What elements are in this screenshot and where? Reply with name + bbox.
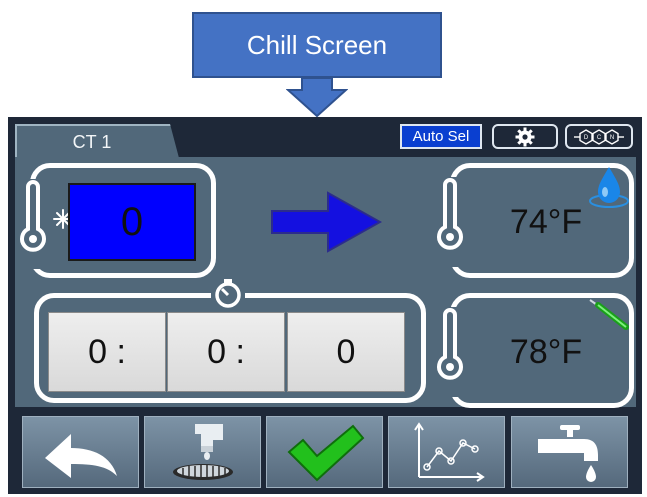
svg-text:N: N bbox=[610, 135, 614, 141]
callout-down-arrow-icon bbox=[286, 78, 348, 118]
auto-sel-button[interactable]: Auto Sel bbox=[400, 124, 482, 149]
chill-screen-callout: Chill Screen bbox=[192, 12, 442, 78]
line-graph-icon bbox=[413, 422, 485, 482]
graph-button[interactable] bbox=[388, 416, 505, 488]
confirm-button[interactable] bbox=[266, 416, 383, 488]
back-button[interactable] bbox=[22, 416, 139, 488]
faucet-icon bbox=[537, 425, 598, 482]
gear-icon bbox=[515, 127, 535, 146]
timer-hours-field[interactable]: 0 : bbox=[48, 312, 166, 392]
thermometer-icon bbox=[437, 177, 463, 267]
setpoint-value: 0 bbox=[120, 199, 144, 244]
chill-screen: CT 1 Auto Sel D C N 0 0: 0: 0 74°F 78°… bbox=[8, 117, 642, 494]
tab-ct1[interactable]: CT 1 bbox=[15, 124, 179, 158]
timer-minutes-value: 0 : bbox=[207, 332, 245, 371]
checkmark-icon bbox=[287, 424, 364, 482]
tab-label: CT 1 bbox=[72, 131, 112, 152]
timer-hours-value: 0 : bbox=[88, 332, 126, 371]
drain-button[interactable] bbox=[144, 416, 261, 488]
temp2-value: 78°F bbox=[509, 333, 583, 371]
fill-button[interactable] bbox=[511, 416, 628, 488]
drain-icon bbox=[172, 424, 233, 480]
dcn-icon: D C N bbox=[574, 128, 624, 145]
timer-minutes-field[interactable]: 0 : bbox=[167, 312, 285, 392]
settings-button[interactable] bbox=[492, 124, 558, 149]
stopwatch-icon bbox=[211, 278, 245, 310]
setpoint-input[interactable]: 0 bbox=[68, 183, 196, 261]
svg-text:D: D bbox=[584, 135, 589, 141]
back-arrow-icon bbox=[44, 434, 117, 478]
probe-icon bbox=[589, 299, 629, 330]
timer-seconds-value: 0 bbox=[336, 332, 356, 371]
svg-text:C: C bbox=[597, 135, 602, 141]
temp1-value: 74°F bbox=[509, 203, 583, 241]
thermometer-icon bbox=[437, 307, 463, 397]
callout-label: Chill Screen bbox=[246, 29, 388, 60]
timer-seconds-field[interactable]: 0 bbox=[287, 312, 405, 392]
right-arrow-icon bbox=[271, 191, 382, 253]
dcn-button[interactable]: D C N bbox=[565, 124, 633, 149]
auto-sel-label: Auto Sel bbox=[412, 128, 470, 145]
